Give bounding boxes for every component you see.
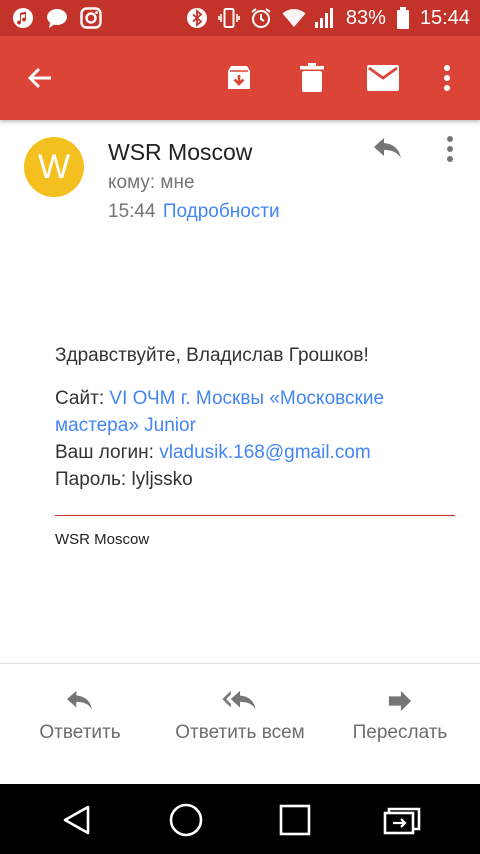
recipient-line: кому: мне (108, 172, 195, 193)
login-line: Ваш логин: vladusik.168@gmail.com (55, 439, 455, 466)
details-link[interactable]: Подробности (163, 201, 280, 222)
status-left-icons (12, 7, 102, 29)
site-link[interactable]: VI ОЧМ г. Москвы «Московские мастера» Ju… (55, 388, 384, 436)
recents-square-icon (279, 804, 311, 836)
signature-divider (55, 515, 455, 516)
site-line: Сайт: VI ОЧМ г. Москвы «Московские масте… (55, 385, 455, 439)
password-line: Пароль: lyljssko (55, 466, 455, 493)
wifi-icon (282, 7, 306, 29)
sender-name: WSR Moscow (108, 139, 253, 165)
message-time: 15:44 (108, 201, 156, 222)
reply-label: Ответить (39, 722, 121, 743)
message-body: Здравствуйте, Владислав Грошков! Сайт: V… (55, 342, 455, 493)
app-bar (0, 36, 480, 120)
login-label: Ваш логин: (55, 442, 154, 463)
site-label: Сайт: (55, 388, 105, 409)
message-more-button[interactable] (438, 134, 462, 166)
login-email-link[interactable]: vladusik.168@gmail.com (159, 442, 371, 463)
nav-screen-mirror-button[interactable] (383, 800, 423, 840)
status-time: 15:44 (419, 7, 470, 29)
status-right-icons: 83% 15:44 (186, 6, 470, 30)
reply-all-button[interactable]: Ответить всем (160, 686, 320, 744)
home-circle-icon (169, 803, 203, 837)
more-options-button[interactable] (427, 58, 467, 98)
forward-label: Переслать (352, 722, 448, 743)
avatar[interactable]: W (24, 137, 84, 197)
archive-button[interactable] (219, 58, 259, 98)
reply-all-label: Ответить всем (175, 722, 305, 743)
music-icon (12, 7, 34, 29)
actions-divider (0, 663, 480, 664)
signature: WSR Moscow (55, 531, 150, 548)
vibrate-icon (218, 7, 240, 29)
delete-icon (300, 63, 324, 92)
nav-recents-button[interactable] (275, 800, 315, 840)
reply-icon (374, 138, 401, 158)
archive-icon (228, 66, 250, 89)
screen-mirror-icon (383, 807, 421, 835)
reply-button[interactable]: Ответить (30, 686, 130, 744)
more-vert-icon (447, 136, 453, 162)
signal-icon (314, 7, 336, 29)
chat-icon (46, 7, 68, 29)
password-value: lyljssko (131, 469, 193, 490)
back-button[interactable] (20, 58, 60, 98)
forward-button[interactable]: Переслать (345, 686, 455, 744)
nav-home-button[interactable] (166, 800, 206, 840)
mail-icon (367, 65, 399, 91)
alarm-icon (250, 7, 272, 29)
navigation-bar (0, 784, 480, 854)
forward-icon (388, 690, 412, 712)
status-bar: 83% 15:44 (0, 0, 480, 36)
reply-icon (67, 690, 92, 710)
nav-back-button[interactable] (57, 800, 97, 840)
back-triangle-icon (63, 805, 90, 835)
mark-unread-button[interactable] (363, 58, 403, 98)
time-row: 15:44 Подробности (108, 201, 280, 223)
reply-all-icon (222, 690, 256, 710)
battery-percent: 83% (345, 7, 386, 29)
back-arrow-icon (27, 67, 51, 89)
instagram-icon (80, 7, 102, 29)
bluetooth-icon (186, 7, 208, 29)
greeting: Здравствуйте, Владислав Грошков! (55, 345, 369, 366)
password-label: Пароль: (55, 469, 127, 490)
more-vert-icon (444, 65, 450, 91)
battery-icon (396, 7, 410, 29)
delete-button[interactable] (292, 58, 332, 98)
reply-button-top[interactable] (372, 136, 408, 166)
